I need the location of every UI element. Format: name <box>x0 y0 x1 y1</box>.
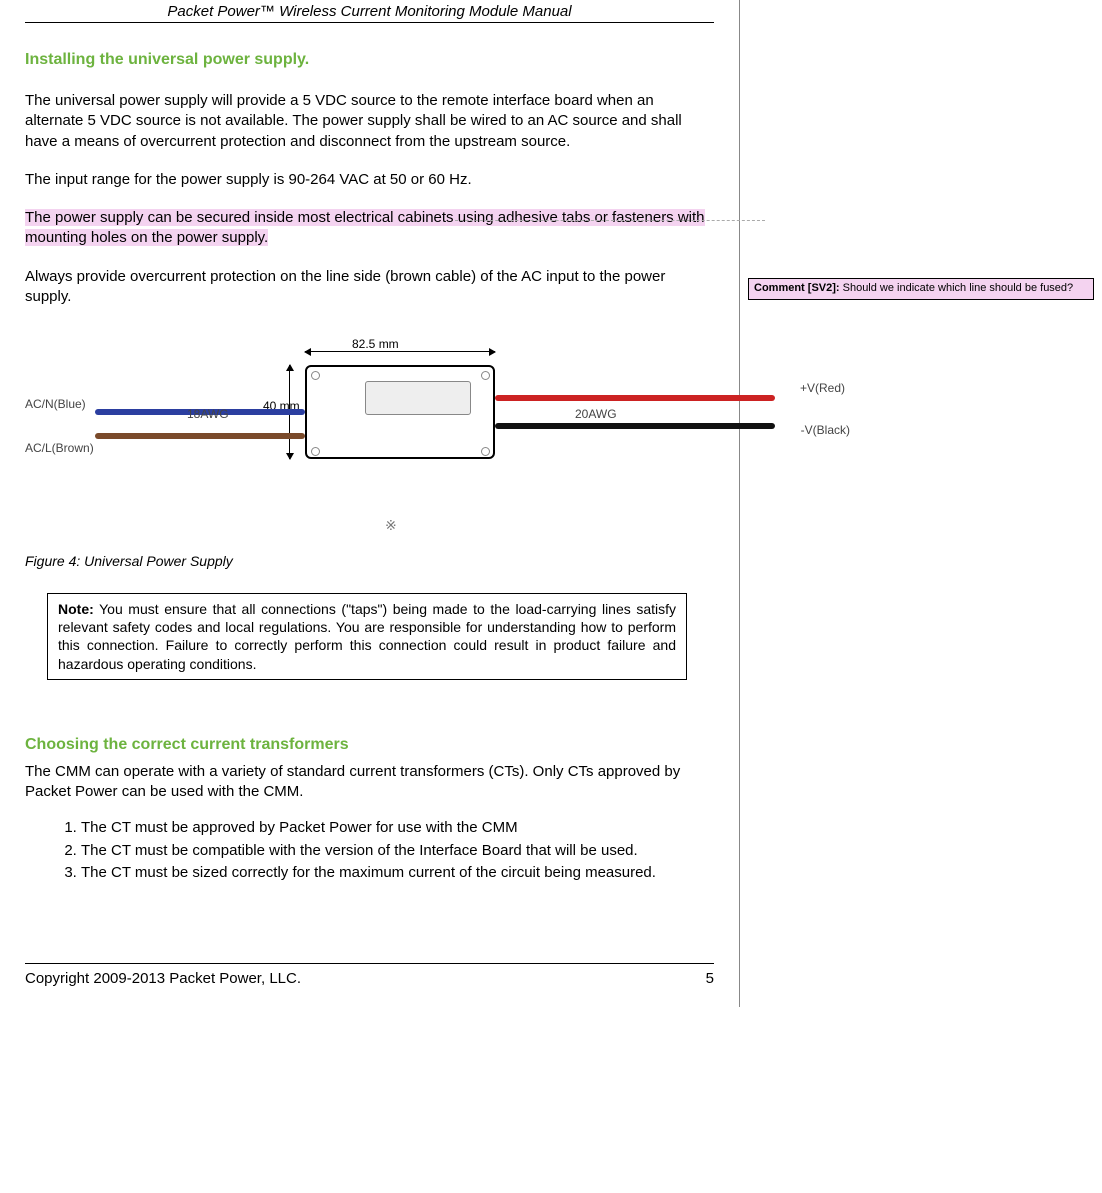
para-ct-intro: The CMM can operate with a variety of st… <box>25 762 714 803</box>
psu-label-plate <box>365 381 471 415</box>
comments-margin: Comment [SV2]: Should we indicate which … <box>740 0 1102 1007</box>
note-box: Note: You must ensure that all connectio… <box>47 593 687 680</box>
wire-dc-neg <box>495 423 775 429</box>
comment-leader-line <box>455 220 765 221</box>
para-input-range: The input range for the power supply is … <box>25 170 714 190</box>
comment-label: Comment [SV2]: <box>754 282 840 294</box>
footer-copyright: Copyright 2009-2013 Packet Power, LLC. <box>25 970 301 987</box>
section2-title: Choosing the correct current transformer… <box>25 736 714 754</box>
awg-in-label: 18AWG <box>187 407 229 421</box>
mount-hole-icon <box>481 447 490 456</box>
dim-width-arrow <box>305 351 495 352</box>
highlighted-text: The power supply can be secured inside m… <box>25 209 705 246</box>
wire-dc-pos <box>495 395 775 401</box>
ac-neutral-label: AC/N(Blue) <box>25 397 95 411</box>
para-supply-desc: The universal power supply will provide … <box>25 91 714 152</box>
footer: Copyright 2009-2013 Packet Power, LLC. 5 <box>25 963 714 987</box>
para-overcurrent: Always provide overcurrent protection on… <box>25 267 714 308</box>
mount-hole-icon <box>481 371 490 380</box>
note-body: You must ensure that all connections ("t… <box>58 601 676 672</box>
section1-title: Installing the universal power supply. <box>25 51 714 69</box>
header-rule <box>25 22 714 23</box>
list-item: The CT must be approved by Packet Power … <box>81 818 714 838</box>
mount-hole-icon <box>311 447 320 456</box>
awg-out-label: 20AWG <box>575 407 617 421</box>
power-supply-diagram: 82.5 mm 40 mm 18AWG 20AWG AC/N(Blue) AC/… <box>105 337 805 547</box>
footer-rule <box>25 963 714 964</box>
figure-wrap: 82.5 mm 40 mm 18AWG 20AWG AC/N(Blue) AC/… <box>25 337 714 547</box>
list-item: The CT must be sized correctly for the m… <box>81 863 714 883</box>
asterisk-icon: ※ <box>385 517 397 534</box>
comment-text: Should we indicate which line should be … <box>840 282 1074 294</box>
para-mounting: The power supply can be secured inside m… <box>25 208 714 249</box>
footer-page-number: 5 <box>706 970 714 987</box>
mount-hole-icon <box>311 371 320 380</box>
header-title: Packet Power™ Wireless Current Monitorin… <box>25 0 714 22</box>
document-page: Packet Power™ Wireless Current Monitorin… <box>0 0 740 1007</box>
list-item: The CT must be compatible with the versi… <box>81 841 714 861</box>
ac-line-label: AC/L(Brown) <box>25 441 105 455</box>
note-label: Note: <box>58 601 94 617</box>
wire-ac-line <box>95 433 305 439</box>
comment-bubble[interactable]: Comment [SV2]: Should we indicate which … <box>748 278 1094 300</box>
figure-caption: Figure 4: Universal Power Supply <box>25 553 714 569</box>
dim-width-label: 82.5 mm <box>352 337 399 351</box>
ct-requirements-list: The CT must be approved by Packet Power … <box>71 818 714 883</box>
